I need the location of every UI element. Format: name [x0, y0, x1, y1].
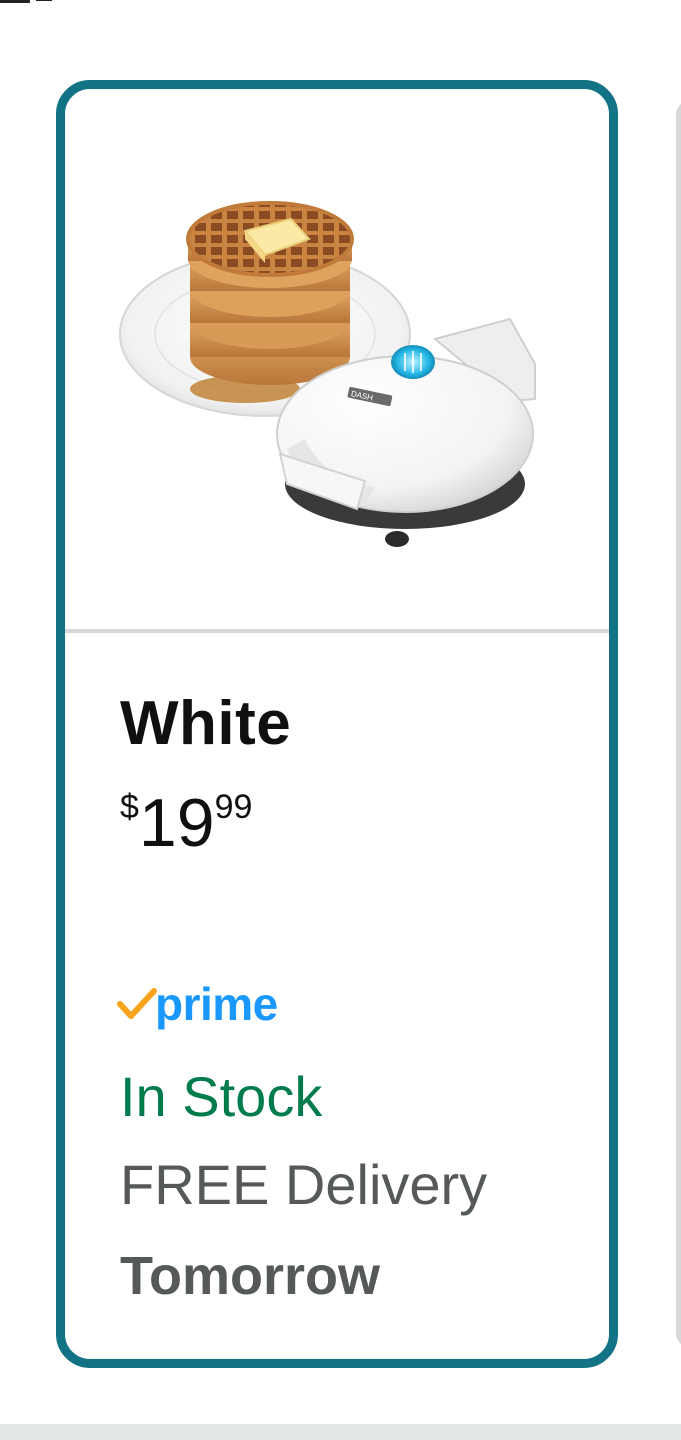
- card-divider: [65, 629, 609, 633]
- color-name: White: [120, 689, 292, 758]
- price: $1999: [120, 789, 252, 857]
- bottom-separator: [0, 1424, 681, 1440]
- checkmark-icon: [117, 988, 157, 1019]
- prime-badge: prime: [117, 979, 278, 1029]
- color-option-card-selected[interactable]: DASH White $1999 prime In Stock FREE Del…: [56, 80, 618, 1368]
- product-image: DASH: [65, 89, 609, 629]
- delivery-info: FREE Delivery: [120, 1153, 488, 1216]
- clipped-header-fragment: [0, 0, 60, 6]
- next-color-option-card[interactable]: [676, 100, 681, 1348]
- delivery-date: Tomorrow: [120, 1246, 380, 1306]
- prime-label: prime: [155, 978, 278, 1030]
- stock-status: In Stock: [120, 1065, 323, 1128]
- price-whole: 19: [138, 785, 215, 861]
- price-currency-symbol: $: [120, 788, 139, 826]
- waffle-maker-image: DASH: [119, 201, 536, 547]
- price-fraction: 99: [214, 788, 253, 826]
